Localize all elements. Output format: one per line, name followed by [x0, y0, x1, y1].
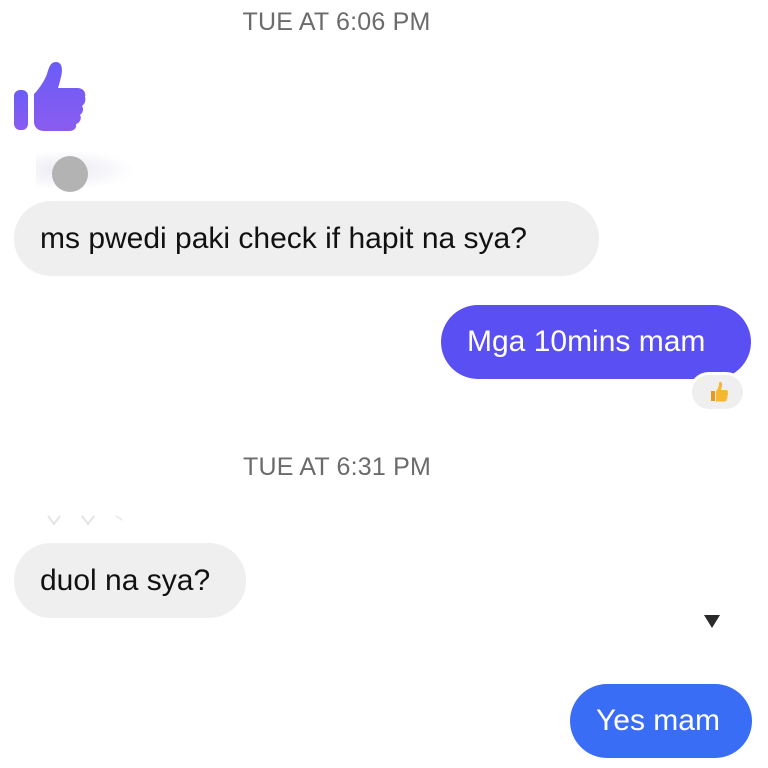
avatar[interactable]	[52, 156, 88, 192]
faint-separator-marks	[47, 515, 123, 526]
message-text: ms pwedi paki check if hapit na sya?	[40, 221, 527, 255]
message-reaction[interactable]	[689, 372, 746, 412]
thumbs-up-emoji-icon	[710, 381, 728, 402]
outgoing-message-bubble[interactable]: Mga 10mins mam	[441, 305, 751, 379]
timestamp: TUE AT 6:31 PM	[242, 453, 432, 481]
seen-indicator-icon	[704, 615, 720, 628]
message-text: Yes mam	[596, 704, 720, 737]
incoming-message-bubble[interactable]: ms pwedi paki check if hapit na sya?	[14, 201, 599, 276]
outgoing-message-bubble[interactable]: Yes mam	[570, 684, 752, 758]
timestamp: TUE AT 6:06 PM	[242, 8, 431, 36]
message-text: duol na sya?	[40, 563, 211, 597]
message-text: Mga 10mins mam	[467, 325, 706, 358]
thumbs-up-icon[interactable]	[14, 60, 88, 132]
incoming-message-bubble[interactable]: duol na sya?	[14, 543, 246, 618]
